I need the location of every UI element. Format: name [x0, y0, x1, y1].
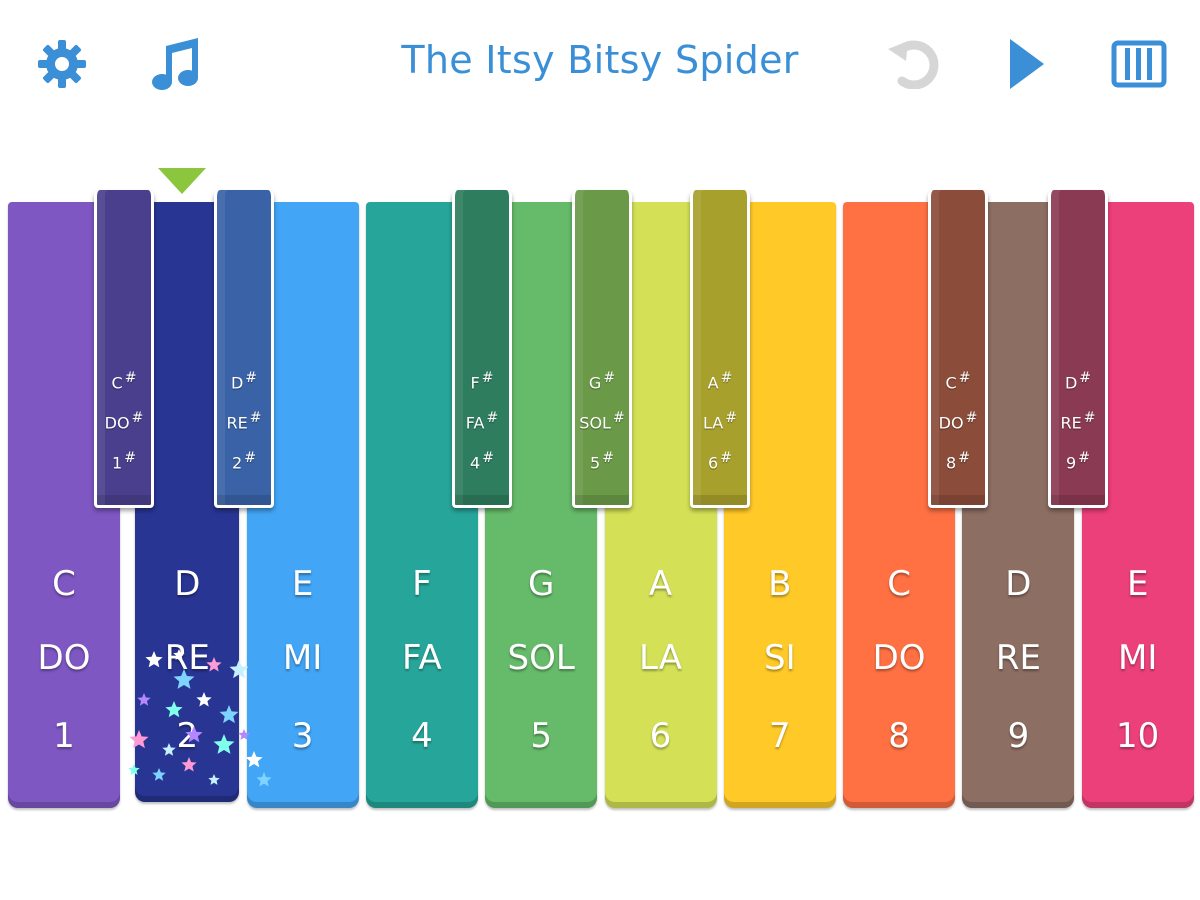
sharp-symbol: # [486, 410, 499, 426]
key-note-label: C # [111, 370, 137, 393]
black-key-g-sharp[interactable]: G # SOL # 5 # [572, 190, 632, 508]
sharp-symbol: # [482, 450, 494, 466]
key-solfege-label: DO # [104, 410, 144, 433]
key-number-label: 7 [768, 716, 791, 756]
sharp-symbol: # [249, 410, 262, 426]
key-note-label: F # [470, 370, 494, 393]
black-key-d-sharp[interactable]: D # RE # 2 # [214, 190, 274, 508]
sharp-symbol: # [612, 410, 625, 426]
key-note-label: D # [1064, 370, 1092, 393]
key-number-label: 9 [1007, 716, 1030, 756]
sharp-symbol: # [958, 450, 970, 466]
sharp-symbol: # [720, 450, 732, 466]
piano-keyboard: C DO 1 D RE 2 E MI 3 F FA 4 G SOL 5 A LA 6 B SI 7 C DO 8 D RE 9 E MI… [0, 160, 1200, 840]
key-note-label: G # [588, 370, 616, 393]
key-number-label: 2 [176, 716, 199, 756]
play-icon[interactable] [998, 34, 1054, 94]
key-number-label: 6 [649, 716, 672, 756]
sharp-symbol: # [481, 370, 494, 386]
key-solfege-label: SI [763, 638, 796, 678]
black-key-c-sharp[interactable]: C # DO # 1 # [94, 190, 154, 508]
key-number-label: 4 # [470, 450, 494, 473]
black-key-a-sharp[interactable]: A # LA # 6 # [690, 190, 750, 508]
key-note-label: E [291, 564, 314, 604]
sharp-symbol: # [602, 450, 614, 466]
key-solfege-label: LA [639, 638, 682, 678]
sharp-symbol: # [965, 410, 978, 426]
key-note-label: A # [707, 370, 733, 393]
key-number-label: 3 [291, 716, 314, 756]
current-note-marker [158, 168, 206, 194]
key-number-label: 6 # [708, 450, 732, 473]
sharp-symbol: # [245, 370, 258, 386]
key-number-label: 10 [1116, 716, 1160, 756]
key-solfege-label: SOL [507, 638, 575, 678]
sharp-symbol: # [1079, 370, 1092, 386]
key-solfege-label: LA # [703, 410, 737, 433]
sharp-symbol: # [958, 370, 971, 386]
key-note-label: C [52, 564, 76, 604]
piano-keys-icon[interactable] [1108, 36, 1170, 92]
key-note-label: G [528, 564, 555, 604]
key-number-label: 9 # [1066, 450, 1090, 473]
toolbar: The Itsy Bitsy Spider [0, 0, 1200, 130]
sharp-symbol: # [124, 450, 136, 466]
sharp-symbol: # [725, 410, 737, 426]
key-note-label: D # [230, 370, 258, 393]
key-note-label: D [174, 564, 201, 604]
key-solfege-label: SOL # [579, 410, 625, 433]
key-solfege-label: FA [402, 638, 442, 678]
key-number-label: 5 [530, 716, 552, 756]
key-solfege-label: MI [282, 638, 323, 678]
key-solfege-label: DO [872, 638, 926, 678]
key-number-label: 1 # [112, 450, 136, 473]
gear-icon[interactable] [32, 36, 92, 92]
song-title: The Itsy Bitsy Spider [401, 38, 799, 82]
key-solfege-label: MI [1118, 638, 1158, 678]
sharp-symbol: # [131, 410, 144, 426]
music-note-icon[interactable] [145, 34, 209, 94]
sharp-symbol: # [720, 370, 733, 386]
key-number-label: 2 # [232, 450, 256, 473]
sharp-symbol: # [244, 450, 256, 466]
key-solfege-label: RE # [226, 410, 262, 433]
key-note-label: B [768, 564, 792, 604]
key-number-label: 1 [53, 716, 75, 756]
key-number-label: 4 [411, 716, 433, 756]
key-note-label: D [1005, 564, 1032, 604]
key-note-label: C # [945, 370, 971, 393]
key-solfege-label: RE [164, 638, 210, 678]
key-solfege-label: RE # [1060, 410, 1096, 433]
key-solfege-label: FA # [465, 410, 499, 433]
key-solfege-label: RE [995, 638, 1041, 678]
sharp-symbol: # [603, 370, 616, 386]
black-key-f-sharp[interactable]: F # FA # 4 # [452, 190, 512, 508]
key-note-label: A [648, 564, 673, 604]
key-number-label: 5 # [590, 450, 614, 473]
sharp-symbol: # [1083, 410, 1096, 426]
key-number-label: 8 # [946, 450, 970, 473]
key-note-label: F [412, 564, 432, 604]
undo-icon[interactable] [880, 36, 944, 92]
key-note-label: C [887, 564, 911, 604]
black-key-c-sharp[interactable]: C # DO # 8 # [928, 190, 988, 508]
key-number-label: 8 [888, 716, 910, 756]
key-note-label: E [1126, 564, 1149, 604]
sharp-symbol: # [124, 370, 137, 386]
key-solfege-label: DO [37, 638, 91, 678]
key-solfege-label: DO # [938, 410, 978, 433]
sharp-symbol: # [1078, 450, 1090, 466]
black-key-d-sharp[interactable]: D # RE # 9 # [1048, 190, 1108, 508]
